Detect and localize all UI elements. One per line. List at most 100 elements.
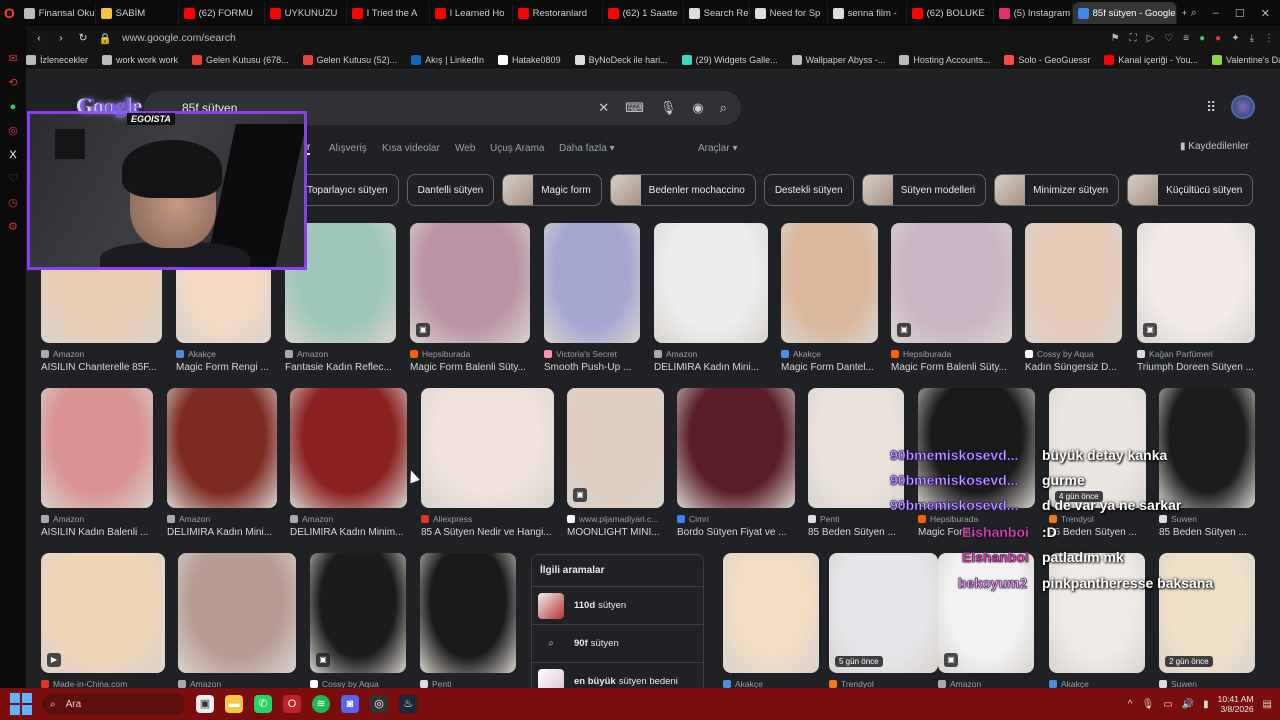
bookmark-item[interactable]: Gelen Kutusu (678... [192,54,289,65]
image-result-card[interactable]: ▣ Hepsiburada Magic Form Balenli Süty... [891,223,1012,373]
discord-icon[interactable]: ◙ [341,695,359,713]
tab-short-videos[interactable]: Kısa videolar [382,143,440,154]
image-result-card[interactable]: ▣ www.pijamadiyari.c... MOONLIGHT MİNİ... [567,388,664,538]
bookmark-item[interactable]: Wallpaper Abyss -... [791,54,885,65]
image-thumbnail[interactable]: ▣ [891,223,1012,343]
download-icon[interactable]: ⤓ [1250,33,1254,44]
image-thumbnail[interactable]: ▣ [567,388,664,508]
settings-icon[interactable]: ⚙ [6,220,20,234]
image-thumbnail[interactable] [167,388,277,508]
image-result-card[interactable]: ▣ Hepsiburada Magic Form Balenli Süty... [410,223,530,373]
image-thumbnail[interactable] [420,553,516,673]
browser-tab[interactable]: UYKUNUZU [265,2,347,24]
image-result-card[interactable]: Victoria's Secret Smooth Push-Up ... [544,223,640,373]
bookmark-item[interactable]: Akış | LinkedIn [411,54,484,65]
image-result-card[interactable]: Amazon AISILIN Kadın Balenli ... [41,388,153,538]
result-title[interactable]: Magic Form Rengi ... [176,362,271,373]
bookmark-item[interactable]: ByNoDeck ile hari... [574,54,668,65]
image-thumbnail[interactable] [290,388,407,508]
refinement-chip[interactable]: Toparlayıcı sütyen [296,174,399,206]
image-result-card[interactable]: Penti [420,553,516,688]
image-result-card[interactable]: Akakçe [723,553,819,688]
result-title[interactable]: DELIMIRA Kadın Mini... [654,362,768,373]
result-title[interactable]: Magic Form Balenli Süty... [410,362,530,373]
result-title[interactable]: DELIMIRA Kadın Minim... [290,527,407,538]
browser-tab[interactable]: (5) Instagram [994,2,1073,24]
system-clock[interactable]: 10:41 AM 3/8/2026 [1218,694,1254,714]
microphone-icon[interactable]: 🎙 [1142,699,1155,710]
windows-start-icon[interactable] [10,693,32,715]
more-icon[interactable]: ⋮ [1264,33,1274,44]
browser-tab[interactable]: senna film - [828,2,907,24]
maximize-icon[interactable]: ☐ [1235,7,1245,20]
result-title[interactable]: Magic Form Dantel... [781,362,878,373]
file-explorer-icon[interactable]: ▬ [225,695,243,713]
opera-icon[interactable]: O [283,695,301,713]
avatar[interactable] [1231,95,1255,119]
close-window-icon[interactable]: ✕ [1261,7,1270,20]
image-thumbnail[interactable] [677,388,795,508]
image-result-card[interactable]: ▣ Kağan Parfümeri Triumph Doreen Sütyen ..… [1137,223,1255,373]
lens-icon[interactable]: ◉ [692,100,703,116]
result-title[interactable]: DELIMIRA Kadın Mini... [167,527,277,538]
play-icon[interactable]: ▷ [1147,33,1155,44]
bookmark-item[interactable]: Hatake0809 [498,54,561,65]
messenger-icon[interactable]: ✉ [6,52,20,66]
related-item[interactable]: ⌕ 90f sütyen [532,624,703,662]
image-result-card[interactable]: Amazon [178,553,296,688]
x-icon[interactable]: X [6,148,20,162]
result-title[interactable]: Magic Form Balenli Süty... [891,362,1012,373]
refinement-chip[interactable]: Magic form [502,174,602,206]
browser-tab[interactable]: (62) BOLUKE [907,2,994,24]
image-thumbnail[interactable]: ▣ [410,223,530,343]
image-thumbnail[interactable] [1025,223,1122,343]
browser-tab[interactable]: (62) FORMU [179,2,265,24]
result-title[interactable]: Triumph Doreen Sütyen ... [1137,362,1255,373]
history-icon[interactable]: ⟲ [6,76,20,90]
notifications-icon[interactable]: ▤ [1263,699,1272,710]
related-item[interactable]: en büyük sütyen bedeni [532,662,703,688]
image-thumbnail[interactable] [723,553,819,673]
browser-tab[interactable]: Restoranlard [513,2,603,24]
heart-icon[interactable]: ♡ [1164,33,1173,44]
image-thumbnail[interactable] [544,223,640,343]
microphone-icon[interactable]: 🎙 [660,100,677,116]
image-result-card[interactable]: Amazon DELIMIRA Kadın Minim... [290,388,407,538]
extension-icon[interactable]: ● [1215,33,1221,44]
bookmark-item[interactable]: Kanal içeriği - You... [1104,54,1198,65]
battery-icon[interactable]: ▮ [1203,699,1209,710]
search-tabs-icon[interactable]: ⌕ [1191,7,1197,20]
network-icon[interactable]: ▭ [1163,699,1172,710]
whatsapp-icon[interactable]: ● [6,100,20,114]
browser-tab[interactable]: (62) 1 Saatte [603,2,684,24]
image-thumbnail[interactable] [781,223,878,343]
result-title[interactable]: 85 A Sütyen Nedir ve Hangi... [421,527,554,538]
bookmark-item[interactable]: (29) Widgets Galle... [681,54,778,65]
image-result-card[interactable]: Cimri Bordo Sütyen Fiyat ve ... [677,388,795,538]
clear-icon[interactable]: ✕ [598,100,609,116]
image-thumbnail[interactable] [654,223,768,343]
browser-tab[interactable]: 85f sütyen - Google'da✕ [1072,2,1177,24]
related-item[interactable]: 110d sütyen [532,586,703,624]
result-title[interactable]: AISILIN Chanterelle 85F... [41,362,162,373]
snapshot-icon[interactable]: ⛶ [1130,33,1137,44]
tab-web[interactable]: Web [455,143,475,154]
tab-more[interactable]: Daha fazla ▾ [559,143,615,154]
image-thumbnail[interactable] [178,553,296,673]
browser-tab[interactable]: SABİM [96,2,179,24]
refinement-chip[interactable]: Sütyen modelleri [861,174,987,206]
tab-images[interactable]: r [307,142,311,155]
menu-icon[interactable]: ≡ [1183,33,1189,44]
taskbar-search[interactable]: ⌕ Ara [42,693,185,715]
task-view-icon[interactable]: ▣ [196,695,214,713]
reload-icon[interactable]: ↻ [74,32,92,44]
result-title[interactable]: Kadın Süngersiz D... [1025,362,1122,373]
app-icon[interactable]: ◎ [370,695,388,713]
instagram-icon[interactable]: ◎ [6,124,20,138]
image-thumbnail[interactable] [41,388,153,508]
image-thumbnail[interactable] [421,388,554,508]
bookmark-item[interactable]: Gelen Kutusu (52)... [302,54,397,65]
result-title[interactable]: AISILIN Kadın Balenli ... [41,527,153,538]
image-thumbnail[interactable]: ▶ [41,553,165,673]
bookmark-icon[interactable]: ⚑ [1111,33,1120,44]
